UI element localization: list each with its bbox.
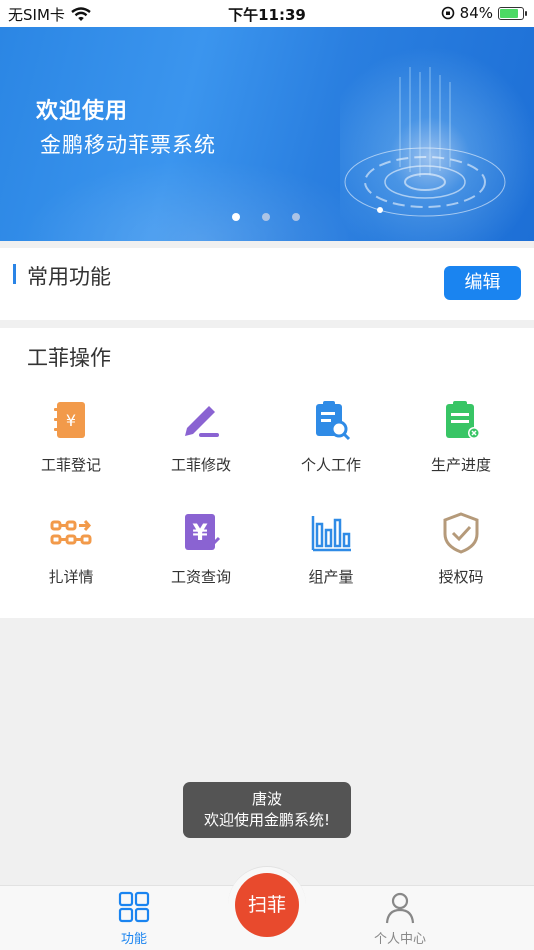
operations-section: 工菲操作 ¥ 工菲登记 工菲修改 个人工作 生产进度 扎详情 ¥ 工资查询 组产量… [0, 328, 534, 618]
carousel-dot[interactable] [292, 213, 300, 221]
tab-personal-center-label: 个人中心 [373, 932, 426, 947]
status-bar: 无SIM卡 下午11:39 84% [0, 0, 534, 27]
notebook-yen-icon: ¥ [54, 402, 85, 438]
welcome-toast: 唐波 欢迎使用金鹏系统! [183, 782, 351, 838]
clipboard-progress-icon [446, 401, 480, 439]
operation-item-label: 个人工作 [300, 456, 361, 474]
banner-carousel[interactable]: 欢迎使用 金鹏移动菲票系统 [0, 27, 534, 241]
operation-item-label: 工菲登记 [40, 456, 101, 474]
carousel-dot[interactable] [232, 213, 240, 221]
operation-item[interactable]: 个人工作 [266, 398, 396, 488]
svg-text:¥: ¥ [66, 411, 76, 430]
tab-personal-center[interactable]: 个人中心 [360, 890, 440, 947]
operations-title: 工菲操作 [27, 346, 111, 370]
pencil-edit-icon [185, 406, 219, 437]
salary-yen-icon: ¥ [185, 514, 221, 550]
clipboard-search-icon [316, 401, 351, 441]
operation-item[interactable]: 工菲修改 [136, 398, 266, 488]
operation-item[interactable]: 组产量 [266, 510, 396, 600]
operation-item[interactable]: 扎详情 [6, 510, 136, 600]
edit-button[interactable]: 编辑 [444, 266, 521, 300]
operation-item-label: 组产量 [308, 568, 354, 586]
banner-title-welcome: 欢迎使用 [36, 99, 129, 124]
toast-user-name: 唐波 [251, 790, 282, 808]
battery-icon [498, 6, 527, 20]
operation-item-label: 工资查询 [170, 568, 231, 586]
operation-item-label: 生产进度 [430, 456, 491, 474]
carousel-dot[interactable] [262, 213, 270, 221]
grid-icon [118, 891, 150, 923]
common-functions-title: 常用功能 [27, 265, 111, 289]
banner-title-system: 金鹏移动菲票系统 [40, 133, 216, 157]
operation-item[interactable]: 授权码 [396, 510, 526, 600]
tab-functions-label: 功能 [120, 932, 147, 947]
bar-chart-icon [311, 516, 351, 552]
battery-fill [500, 8, 519, 18]
section-accent-bar [13, 264, 16, 284]
person-icon [385, 892, 415, 924]
chain-flow-icon [50, 520, 92, 545]
operation-item[interactable]: ¥ 工资查询 [136, 510, 266, 600]
operation-item[interactable]: 生产进度 [396, 398, 526, 488]
svg-text:¥: ¥ [192, 521, 208, 546]
tab-functions[interactable]: 功能 [94, 890, 174, 947]
operation-item-label: 工菲修改 [170, 456, 231, 474]
common-functions-section: 常用功能 编辑 [0, 248, 534, 320]
carousel-dots[interactable] [232, 213, 300, 221]
operation-item[interactable]: ¥ 工菲登记 [6, 398, 136, 488]
status-right: 84% [441, 4, 527, 22]
battery-percent: 84% [459, 4, 493, 22]
shield-check-icon [443, 512, 479, 554]
operation-item-label: 扎详情 [48, 568, 94, 586]
tech-circle-graphic [344, 67, 506, 217]
scan-button[interactable]: 扫菲 [235, 873, 299, 937]
orientation-lock-icon [441, 6, 454, 20]
operation-item-label: 授权码 [438, 568, 484, 586]
toast-message: 欢迎使用金鹏系统! [203, 811, 330, 829]
